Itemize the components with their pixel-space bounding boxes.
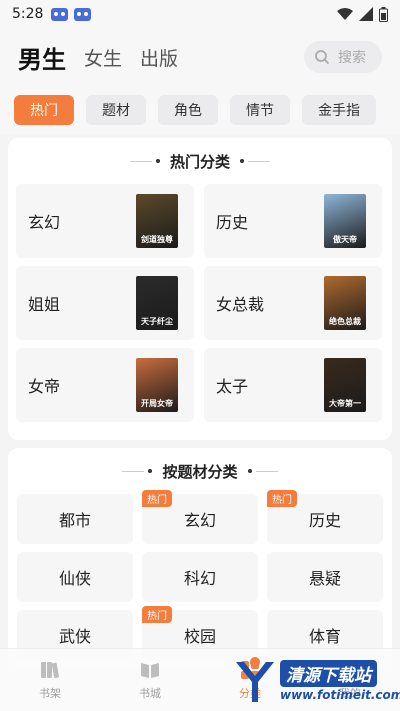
- book-cover-image: 剑道独尊: [136, 194, 178, 248]
- topic-categories-title: 按题材分类: [162, 462, 238, 481]
- hot-category-tile[interactable]: 姐姐天子纤尘: [16, 266, 194, 340]
- topic-label: 历史: [308, 511, 341, 530]
- tab-publish[interactable]: 出版: [140, 44, 178, 71]
- hot-category-tile[interactable]: 女总裁绝色总裁: [204, 266, 382, 340]
- topic-label: 体育: [308, 627, 341, 646]
- hot-category-label: 姐姐: [28, 295, 61, 314]
- chip-hot[interactable]: 热门: [14, 95, 74, 125]
- chip-cheat[interactable]: 金手指: [302, 95, 376, 125]
- topic-label: 悬疑: [308, 569, 341, 588]
- chip-plot[interactable]: 情节: [230, 95, 290, 125]
- filter-chips: 热门 题材 角色 情节 金手指: [0, 86, 400, 134]
- hot-category-tile[interactable]: 女帝开局女帝: [16, 348, 194, 422]
- topic-tile[interactable]: 仙侠: [17, 552, 133, 602]
- hot-category-tile[interactable]: 玄幻剑道独尊: [16, 184, 194, 258]
- search-placeholder: 搜索: [338, 50, 366, 66]
- search-box[interactable]: 搜索: [304, 41, 382, 73]
- nav-bookstore[interactable]: 书城: [110, 659, 190, 701]
- title-decoration-right: [247, 469, 278, 473]
- hot-category-label: 女帝: [28, 377, 61, 396]
- topic-categories-card: 按题材分类 都市 热门 玄幻 热门 历史 仙侠 科幻 悬疑 武侠 热门 校园 体育: [8, 448, 392, 668]
- title-decoration-right: [240, 159, 270, 163]
- status-bar: 5:28: [0, 0, 400, 28]
- topic-label: 校园: [183, 627, 216, 646]
- watermark-text: 清源下载站: [280, 660, 377, 687]
- hot-badge: 热门: [142, 606, 172, 623]
- book-cover-title: 绝色总裁: [329, 317, 361, 326]
- hot-badge: 热门: [267, 490, 297, 507]
- status-time: 5:28: [12, 6, 44, 22]
- topic-label: 武侠: [58, 627, 91, 646]
- book-cover-title: 剑道独尊: [141, 235, 173, 244]
- hot-categories-card: 热门分类 玄幻 剑道独尊 历史 傲天帝 姐姐 天子纤尘 女总裁 绝色总裁 女帝 开局女帝 太子 大帝第…: [8, 138, 392, 440]
- book-cover-image: 大帝第一: [324, 358, 366, 412]
- hot-category-tile[interactable]: 历史傲天帝: [204, 184, 382, 258]
- book-cover-title: 大帝第一: [329, 399, 361, 408]
- hot-category-tile[interactable]: 太子大帝第一: [204, 348, 382, 422]
- watermark-logo-icon: [236, 657, 274, 702]
- book-open-icon: [141, 663, 159, 678]
- chip-role[interactable]: 角色: [158, 95, 218, 125]
- book-cover-image: 开局女帝: [136, 358, 178, 412]
- book-cover-image: 绝色总裁: [324, 276, 366, 330]
- topic-label: 仙侠: [58, 569, 91, 588]
- tab-female[interactable]: 女生: [84, 44, 122, 71]
- battery-icon: [379, 6, 388, 22]
- hot-badge: 热门: [142, 490, 172, 507]
- book-cover-title: 傲天帝: [333, 235, 357, 244]
- bookshelf-icon: [41, 662, 60, 679]
- signal-icon: [359, 7, 373, 21]
- hot-categories-title: 热门分类: [169, 152, 230, 171]
- chip-topic[interactable]: 题材: [86, 95, 146, 125]
- nav-bookstore-label: 书城: [139, 687, 161, 700]
- hot-categories-grid: 玄幻 剑道独尊 历史 傲天帝 姐姐 天子纤尘 女总裁 绝色总裁 女帝 开局女帝 太子 大帝第一: [8, 184, 392, 422]
- game-controller-icon-2: [74, 7, 92, 21]
- book-cover-title: 天子纤尘: [141, 317, 173, 326]
- book-cover-image: 傲天帝: [324, 194, 366, 248]
- topic-tile[interactable]: 科幻: [142, 552, 258, 602]
- topic-tile[interactable]: 都市: [17, 494, 133, 544]
- topic-tile[interactable]: 热门 历史: [267, 490, 383, 544]
- topic-tile[interactable]: 热门 玄幻: [142, 490, 258, 544]
- topic-categories-header: 按题材分类: [8, 448, 392, 494]
- topic-categories-grid: 都市 热门 玄幻 热门 历史 仙侠 科幻 悬疑 武侠 热门 校园 体育: [8, 490, 392, 660]
- topic-label: 玄幻: [183, 511, 216, 530]
- book-cover-image: 天子纤尘: [136, 276, 178, 330]
- nav-bookshelf[interactable]: 书架: [10, 659, 90, 701]
- wifi-icon: [337, 8, 353, 20]
- title-decoration-left: [129, 159, 160, 163]
- hot-categories-header: 热门分类: [8, 138, 392, 184]
- hot-category-label: 历史: [216, 213, 249, 232]
- title-decoration-left: [122, 469, 153, 473]
- top-header: 男生 女生 出版 搜索: [0, 28, 400, 86]
- topic-label: 科幻: [183, 569, 216, 588]
- hot-category-label: 玄幻: [28, 213, 61, 232]
- game-controller-icon: [51, 7, 69, 21]
- topic-tile[interactable]: 悬疑: [267, 552, 383, 602]
- book-cover-title: 开局女帝: [141, 399, 173, 408]
- hot-category-label: 女总裁: [216, 295, 265, 314]
- watermark-url: www.fotimeit.com: [280, 688, 400, 702]
- watermark: 清源下载站 www.fotimeit.com: [232, 656, 400, 710]
- nav-bookshelf-label: 书架: [39, 687, 61, 700]
- search-icon: [315, 50, 330, 65]
- tab-male[interactable]: 男生: [18, 40, 66, 75]
- hot-category-label: 太子: [216, 377, 249, 396]
- topic-label: 都市: [58, 511, 91, 530]
